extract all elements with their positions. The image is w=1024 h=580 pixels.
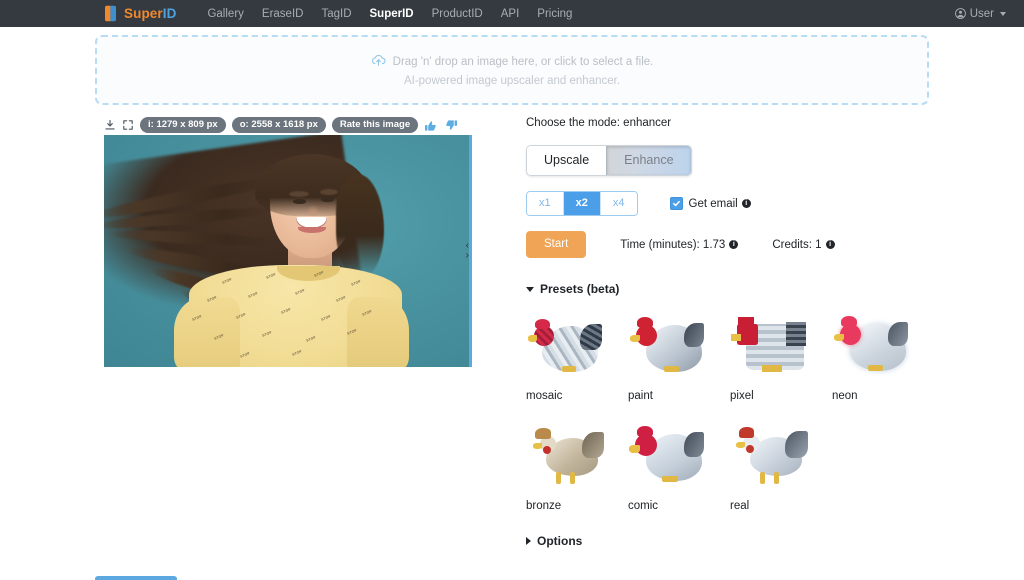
preset-label-neon: neon: [832, 390, 934, 402]
preset-thumbnail-paint: [628, 310, 718, 382]
photo-shirt-sleeve: [174, 297, 240, 367]
user-menu-label: User: [970, 8, 994, 20]
get-email-checkbox[interactable]: [670, 197, 683, 210]
brand-text-super: Super: [124, 6, 163, 21]
mode-button-enhance[interactable]: Enhance: [606, 146, 690, 175]
dropzone-primary-row: Drag 'n' drop an image here, or click to…: [371, 54, 654, 70]
nav-link-pricing[interactable]: Pricing: [528, 6, 581, 22]
compare-slider-handle[interactable]: ‹ ›: [466, 241, 469, 261]
preset-paint[interactable]: paint: [628, 310, 730, 402]
scale-button-x2[interactable]: x2: [564, 192, 601, 215]
cloud-upload-icon: [371, 54, 386, 70]
get-email-option: Get email i: [670, 197, 751, 210]
presets-section-header[interactable]: Presets (beta): [526, 282, 976, 296]
nav-link-eraseid[interactable]: EraseID: [253, 6, 313, 22]
triangle-down-icon: [526, 287, 534, 292]
time-info-icon[interactable]: i: [729, 240, 738, 249]
superid-logo-icon: [103, 5, 118, 22]
controls-panel: Choose the mode: enhancer Upscale Enhanc…: [526, 117, 976, 548]
preset-label-real: real: [730, 500, 832, 512]
preset-mosaic[interactable]: mosaic: [526, 310, 628, 402]
image-toolbar: i: 1279 x 809 px o: 2558 x 1618 px Rate …: [104, 117, 458, 133]
nav-link-tagid[interactable]: TagID: [312, 6, 360, 22]
preset-thumbnail-neon: [832, 310, 922, 382]
preset-thumbnail-mosaic: [526, 310, 616, 382]
preset-label-bronze: bronze: [526, 500, 628, 512]
expand-icon[interactable]: [122, 119, 134, 131]
start-row: Start Time (minutes): 1.73 i Credits: 1 i: [526, 231, 976, 258]
nav-link-gallery[interactable]: Gallery: [198, 6, 252, 22]
preset-comic[interactable]: comic: [628, 420, 730, 512]
get-email-label: Get email i: [689, 198, 751, 210]
nav-links: Gallery EraseID TagID SuperID ProductID …: [198, 6, 581, 22]
credits-cost-text: Credits: 1: [772, 239, 821, 251]
preset-neon[interactable]: neon: [832, 310, 934, 402]
time-estimate: Time (minutes): 1.73 i: [620, 239, 738, 251]
preview-image[interactable]: STOP STOP STOP STOP STOP STOP STOP STOP …: [104, 135, 472, 367]
scale-button-x1[interactable]: x1: [527, 192, 564, 215]
preview-photo-content: STOP STOP STOP STOP STOP STOP STOP STOP …: [104, 135, 472, 367]
options-header-label: Options: [537, 534, 582, 548]
dropzone-secondary-text: AI-powered image upscaler and enhancer.: [404, 75, 620, 87]
mode-button-upscale[interactable]: Upscale: [527, 146, 606, 175]
chevron-right-icon: ›: [466, 251, 469, 261]
output-size-badge: o: 2558 x 1618 px: [232, 117, 326, 133]
presets-grid: mosaic paint pixel: [526, 310, 976, 512]
preset-bronze[interactable]: bronze: [526, 420, 628, 512]
credits-cost: Credits: 1 i: [772, 239, 834, 251]
preset-real[interactable]: real: [730, 420, 832, 512]
scale-button-x4[interactable]: x4: [601, 192, 637, 215]
user-circle-icon: [955, 8, 966, 19]
top-navbar: SuperID Gallery EraseID TagID SuperID Pr…: [0, 0, 1024, 27]
thumbs-up-icon[interactable]: [424, 119, 437, 132]
nav-link-productid[interactable]: ProductID: [423, 6, 492, 22]
brand-logo-link[interactable]: SuperID: [103, 5, 176, 22]
photo-eye: [321, 197, 334, 202]
compare-slider-line: [469, 135, 472, 367]
preset-label-paint: paint: [628, 390, 730, 402]
preset-label-comic: comic: [628, 500, 730, 512]
scale-and-email-row: x1 x2 x4 Get email i: [526, 191, 976, 216]
thumbs-down-icon[interactable]: [445, 119, 458, 132]
get-email-text: Get email: [689, 198, 738, 210]
start-button[interactable]: Start: [526, 231, 586, 258]
preset-thumbnail-comic: [628, 420, 718, 492]
input-size-badge: i: 1279 x 809 px: [140, 117, 226, 133]
brand-text-id: ID: [163, 6, 177, 21]
preset-thumbnail-pixel: [730, 310, 820, 382]
photo-nose: [306, 205, 319, 217]
scale-toggle-group: x1 x2 x4: [526, 191, 638, 216]
preset-label-mosaic: mosaic: [526, 390, 628, 402]
image-dropzone[interactable]: Drag 'n' drop an image here, or click to…: [95, 35, 929, 105]
dropzone-primary-text: Drag 'n' drop an image here, or click to…: [393, 56, 654, 68]
mode-label: Choose the mode: enhancer: [526, 117, 976, 129]
user-menu[interactable]: User: [955, 8, 1006, 20]
get-email-info-icon[interactable]: i: [742, 199, 751, 208]
rate-this-image-button[interactable]: Rate this image: [332, 117, 418, 133]
preset-label-pixel: pixel: [730, 390, 832, 402]
nav-link-superid[interactable]: SuperID: [361, 6, 423, 22]
credits-info-icon[interactable]: i: [826, 240, 835, 249]
mode-toggle-group: Upscale Enhance: [526, 145, 692, 176]
presets-header-label: Presets (beta): [540, 282, 619, 296]
nav-link-api[interactable]: API: [492, 6, 529, 22]
preset-pixel[interactable]: pixel: [730, 310, 832, 402]
brand-text: SuperID: [124, 6, 176, 21]
photo-eye: [293, 199, 306, 204]
triangle-right-icon: [526, 537, 531, 545]
bottom-action-button-partial[interactable]: [95, 576, 177, 580]
preset-thumbnail-real: [730, 420, 820, 492]
download-icon[interactable]: [104, 119, 116, 131]
preset-thumbnail-bronze: [526, 420, 616, 492]
chevron-down-icon: [1000, 12, 1006, 16]
time-estimate-text: Time (minutes): 1.73: [620, 239, 725, 251]
options-section-header[interactable]: Options: [526, 534, 976, 548]
